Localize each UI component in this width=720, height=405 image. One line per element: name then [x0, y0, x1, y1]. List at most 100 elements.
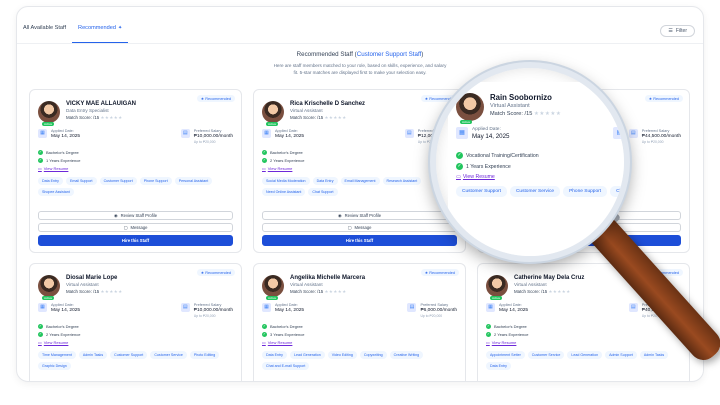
qualification-text: Vocational Training/Certification — [466, 152, 539, 159]
calendar-icon: ▦ — [38, 129, 47, 138]
avatar[interactable]: Active — [262, 101, 284, 126]
staff-name[interactable]: Angelika Michelle Marcera — [290, 275, 365, 281]
calendar-icon: ▦ — [456, 127, 468, 139]
view-resume-link[interactable]: ▭View Resume — [38, 340, 233, 345]
qualification-text: Bachelor's Degree — [46, 324, 79, 329]
skill-tag: Appointment Setter — [486, 351, 525, 359]
check-icon: ✓ — [262, 324, 267, 329]
tab-recommended-label: Recommended — [78, 25, 116, 31]
check-icon: ✓ — [262, 158, 267, 163]
applied-date-label: Applied Date: — [51, 303, 74, 307]
message-button[interactable]: ▢Message — [38, 223, 233, 232]
staff-name[interactable]: Rain Soobornizo — [490, 93, 561, 102]
skill-tag: Customer Service — [527, 351, 565, 359]
qualification-text: Bachelor's Degree — [270, 324, 303, 329]
tab-all-available-staff[interactable]: All Available Staff — [17, 23, 72, 43]
skill-tag: Social Media Moderation — [262, 177, 310, 185]
applied-date-value: May 14, 2025 — [275, 308, 305, 313]
salary-block: ▤ Preferred Salary ₱6,000.00/month Up to ₱… — [407, 303, 457, 318]
match-score-label: Match Score: — [290, 289, 316, 294]
recommended-badge: ★ Recommended — [644, 95, 683, 102]
hire-label: Hire this Staff — [121, 238, 150, 243]
recommended-label: Recommended — [653, 97, 679, 101]
card-header: Active Diosal Marie Lope Virtual Assista… — [38, 275, 233, 300]
skill-tag: Photo Editing — [189, 351, 220, 359]
filter-button[interactable]: ☰ Filter — [660, 25, 695, 37]
match-score-value: /15 — [93, 289, 100, 294]
qualification-text: 1 Years Experience — [466, 163, 511, 170]
skill-tag: Admin Tasks — [639, 351, 669, 359]
hire-label: Hire this Staff — [345, 238, 374, 243]
avatar[interactable]: Active — [486, 275, 508, 300]
card-header: Active Rica Krischelle D Sanchez Virtual… — [262, 101, 457, 126]
document-icon: ▭ — [486, 340, 490, 345]
message-label: Message — [130, 225, 148, 230]
match-score-value: /15 — [317, 115, 324, 120]
qualification-item: ✓ Bachelor's Degree — [486, 324, 681, 329]
view-resume-link[interactable]: ▭View Resume — [262, 166, 457, 171]
review-profile-label: Review Staff Profile — [344, 213, 382, 218]
view-resume-label: View Resume — [267, 166, 293, 171]
staff-name[interactable]: Rica Krischelle D Sanchez — [290, 101, 365, 107]
view-resume-label: View Resume — [43, 340, 69, 345]
wallet-icon: ▤ — [613, 127, 624, 139]
star-rating-icon: ★★★★★ — [100, 115, 123, 120]
qualification-item: ✓Vocational Training/Certification — [456, 152, 624, 159]
match-score: Match Score: /15 ★★★★★ — [290, 115, 365, 121]
qualification-item: ✓1 Years Experience — [38, 158, 233, 163]
star-rating-icon: ★★★★★ — [533, 111, 562, 117]
view-resume-link[interactable]: ▭View Resume — [456, 174, 624, 180]
staff-card: ★ Recommended Active Rain Soobornizo Vir… — [448, 82, 624, 256]
applied-date-block: ▦ Applied Date:May 14, 2025 — [262, 303, 304, 318]
hire-button[interactable]: Hire this Staff — [38, 235, 233, 246]
tab-recommended[interactable]: Recommended ✦ — [72, 23, 129, 43]
avatar[interactable]: Active — [262, 275, 284, 300]
applied-date-label: Applied Date: — [275, 129, 298, 133]
check-icon: ✓ — [38, 150, 43, 155]
match-score-label: Match Score: — [514, 289, 540, 294]
title-suffix: ) — [421, 51, 424, 58]
avatar[interactable]: Active — [456, 93, 484, 124]
qualifications: ✓ Bachelor's Degree ✓ 2 Years Experience ▭ V… — [262, 150, 457, 171]
wallet-icon: ▤ — [407, 303, 417, 312]
review-profile-button[interactable]: ◉Review Staff Profile — [262, 211, 457, 220]
view-resume-link[interactable]: ▭View Resume — [486, 340, 681, 345]
view-resume-link[interactable]: ▭View Resume — [38, 166, 233, 171]
skill-tag: Phone Support — [563, 186, 608, 197]
filter-label: Filter — [675, 28, 687, 34]
calendar-icon: ▦ — [262, 303, 271, 312]
wallet-icon: ▤ — [628, 129, 638, 138]
document-icon: ▭ — [262, 166, 266, 171]
staff-role: Virtual Assistant — [290, 282, 323, 287]
skill-tag: Email Management — [340, 177, 380, 185]
magnified-card: ★ Recommended Active Rain Soobornizo Vir… — [448, 82, 624, 256]
skill-tag: Customer Service — [509, 186, 561, 197]
avatar[interactable]: Active — [38, 101, 60, 126]
skill-tags: Time Management Admin Tasks Customer Suppo… — [38, 351, 233, 370]
match-score: Match Score: /15 ★★★★★ — [290, 289, 365, 295]
staff-name[interactable]: Catherine May Dela Cruz — [514, 275, 584, 281]
message-button[interactable]: ▢Message — [262, 223, 457, 232]
applied-date-block: ▦ Applied Date:May 14, 2025 — [486, 303, 528, 318]
star-rating-icon: ★★★★★ — [548, 289, 571, 294]
view-resume-link[interactable]: ▭View Resume — [262, 340, 457, 345]
sparkle-icon: ✦ — [117, 25, 123, 31]
skill-tag: Customer Support — [99, 177, 137, 185]
card-actions: ◉Review Staff Profile ▢Message Hire this… — [38, 211, 233, 246]
salary-label: Preferred Salary — [193, 129, 222, 133]
skill-tag: Lead Generation — [567, 351, 603, 359]
salary-label: Preferred Salary — [420, 303, 449, 307]
staff-name[interactable]: VICKY MAE ALLAUIGAN — [66, 101, 136, 107]
review-profile-button[interactable]: ◉Review Staff Profile — [38, 211, 233, 220]
skill-tag: Data Entry — [38, 177, 63, 185]
check-icon: ✓ — [486, 332, 491, 337]
staff-name[interactable]: Diosal Marie Lope — [66, 275, 123, 281]
avatar[interactable]: Active — [38, 275, 60, 300]
skill-tag: Chat and E-mail Support — [262, 362, 310, 370]
status-badge: Active — [460, 120, 473, 124]
hire-button[interactable]: Hire this Staff — [262, 235, 457, 246]
applied-date-label: Applied Date: — [275, 303, 298, 307]
card-actions: ◉Review Staff Profile ▢Message Hire this… — [262, 211, 457, 246]
skill-tag: Phone Support — [139, 177, 172, 185]
wallet-icon: ▤ — [180, 129, 190, 138]
